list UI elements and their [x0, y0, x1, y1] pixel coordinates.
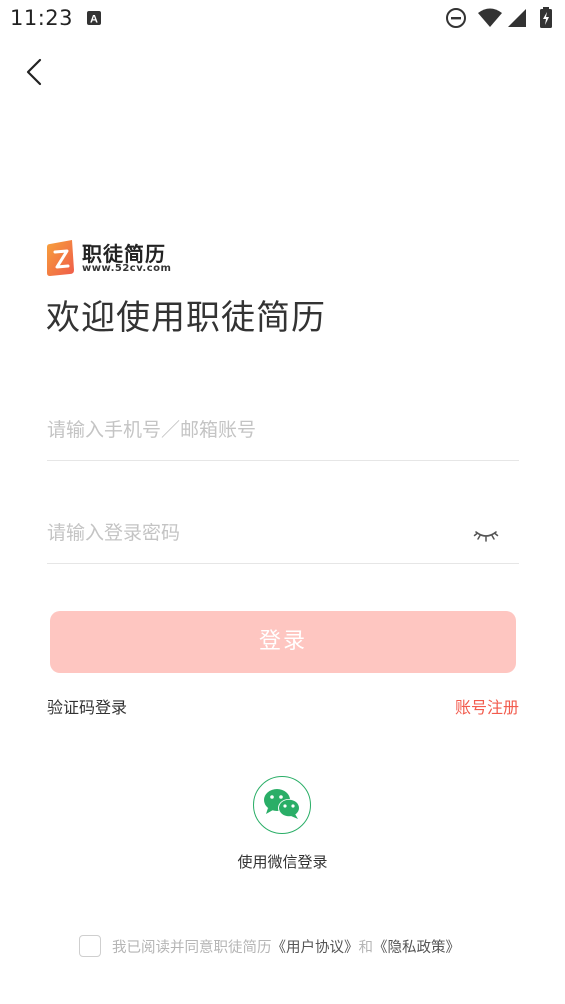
brand-url: www.52cv.com — [82, 263, 172, 274]
sms-login-link[interactable]: 验证码登录 — [47, 694, 127, 718]
login-screen: 11:23 A 职徒简历 www.52cv.com 欢迎使用职徒简历 请输入手机… — [0, 0, 565, 1004]
battery-charging-icon — [540, 7, 552, 28]
eye-closed-icon — [473, 531, 499, 542]
status-icons — [445, 7, 555, 29]
account-input[interactable] — [47, 404, 519, 460]
text-a-icon: A — [86, 10, 102, 30]
agreement-text: 我已阅读并同意职徒简历《用户协议》和《隐私政策》 — [112, 935, 460, 961]
agreement-conjunction: 和 — [358, 940, 374, 956]
back-button[interactable] — [18, 52, 52, 92]
wechat-login-button[interactable] — [253, 776, 311, 834]
wechat-login-label: 使用微信登录 — [237, 853, 328, 871]
register-link[interactable]: 账号注册 — [455, 694, 519, 718]
svg-text:A: A — [90, 14, 98, 26]
agreement-checkbox[interactable] — [79, 935, 101, 957]
privacy-policy-link[interactable]: 《隐私政策》 — [373, 940, 460, 956]
page-title: 欢迎使用职徒简历 — [46, 298, 326, 338]
account-field — [47, 404, 519, 461]
brand-mark-icon — [47, 240, 74, 276]
wifi-icon — [478, 8, 502, 27]
login-button[interactable]: 登录 — [50, 611, 516, 673]
wechat-icon — [264, 789, 300, 819]
status-bar: 11:23 A — [0, 0, 565, 38]
user-agreement-link[interactable]: 《用户协议》 — [272, 940, 359, 956]
password-input[interactable] — [47, 507, 519, 563]
signal-icon — [508, 9, 526, 27]
agreement-prefix: 我已阅读并同意职徒简历 — [112, 940, 272, 956]
chevron-left-icon — [26, 58, 42, 86]
brand-logo: 职徒简历 www.52cv.com — [46, 240, 186, 278]
password-field — [47, 507, 519, 564]
do-not-disturb-icon — [446, 8, 466, 28]
password-visibility-toggle[interactable] — [473, 527, 499, 543]
status-time: 11:23 — [10, 6, 74, 30]
